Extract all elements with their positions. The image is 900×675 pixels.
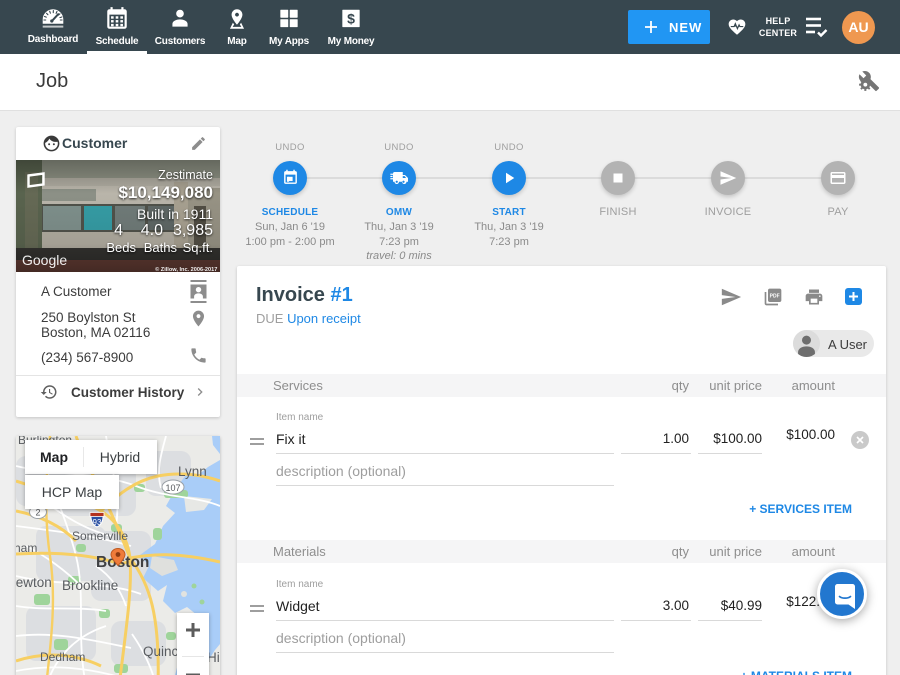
svg-text:ham: ham bbox=[16, 541, 37, 555]
svg-text:Lynn: Lynn bbox=[178, 464, 207, 479]
svg-text:Brookline: Brookline bbox=[62, 578, 118, 593]
svg-text:107: 107 bbox=[165, 483, 180, 493]
svg-text:PDF: PDF bbox=[770, 293, 780, 299]
svg-text:Somerville: Somerville bbox=[72, 529, 128, 543]
svg-text:Dedham: Dedham bbox=[40, 650, 85, 664]
svg-text:Newton: Newton bbox=[16, 575, 52, 590]
svg-text:93: 93 bbox=[93, 518, 102, 527]
svg-text:2: 2 bbox=[35, 508, 40, 518]
svg-text:$: $ bbox=[347, 10, 355, 26]
